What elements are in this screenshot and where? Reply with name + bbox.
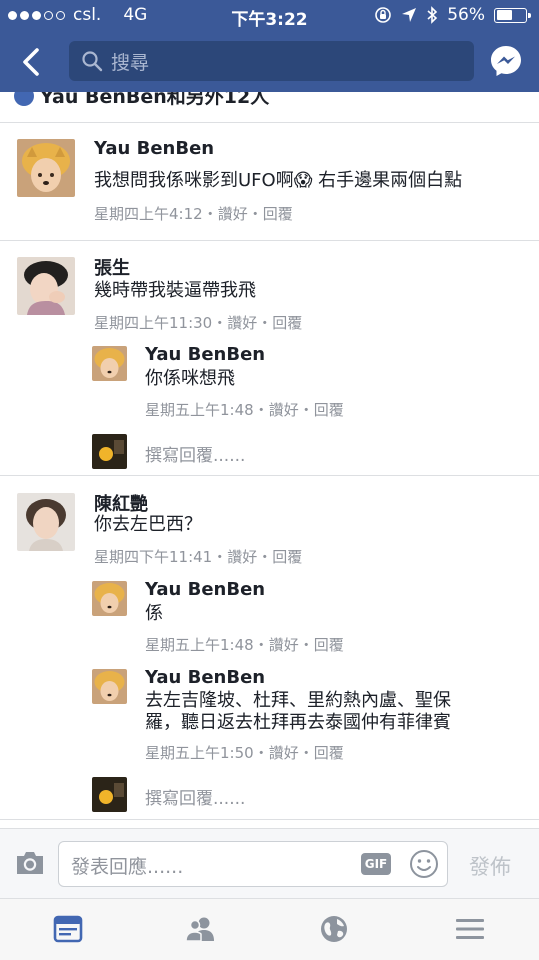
like-link[interactable]: 讚好 — [227, 314, 257, 332]
reply-meta: 星期五上午1:48・讚好・回覆 — [145, 399, 344, 420]
reply-author[interactable]: Yau BenBen — [145, 579, 265, 600]
comments-feed[interactable]: Yau BenBen和另外12人 Yau BenBen 我想問我係咪影到UFO啊… — [0, 92, 539, 828]
friends-icon[interactable] — [184, 913, 216, 945]
reply-author[interactable]: Yau BenBen — [145, 667, 265, 688]
search-input[interactable]: 搜尋 — [69, 41, 474, 81]
compose-bar: 發表回應...... GIF 發佈 — [0, 828, 539, 898]
likes-summary[interactable]: Yau BenBen和另外12人 — [14, 92, 269, 109]
comment-meta: 星期四上午11:30・讚好・回覆 — [94, 312, 302, 333]
meta-separator: ・ — [202, 205, 218, 223]
reply-author[interactable]: Yau BenBen — [145, 344, 265, 365]
battery-percent: 56% — [447, 5, 485, 25]
comment-author[interactable]: Yau BenBen — [94, 138, 214, 159]
meta-separator: ・ — [298, 401, 314, 419]
reply-link[interactable]: 回覆 — [314, 401, 344, 419]
menu-icon[interactable] — [454, 913, 486, 945]
meta-separator: ・ — [257, 548, 273, 566]
reply-timestamp: 星期五上午1:48 — [145, 636, 254, 654]
messenger-icon[interactable] — [489, 44, 523, 78]
like-link[interactable]: 讚好 — [227, 548, 257, 566]
avatar[interactable] — [17, 257, 75, 315]
top-bar: csl. 4G 下午3:22 56% 搜尋 — [0, 0, 539, 92]
search-icon — [82, 51, 103, 72]
meta-separator: ・ — [253, 744, 269, 762]
meta-separator: ・ — [298, 636, 314, 654]
sticker-smiley-icon[interactable] — [409, 849, 439, 879]
avatar[interactable] — [92, 581, 127, 616]
meta-separator: ・ — [257, 314, 273, 332]
comment-author[interactable]: 張生 — [94, 254, 130, 280]
reply-meta: 星期五上午1:50・讚好・回覆 — [145, 742, 344, 763]
back-arrow-icon[interactable] — [14, 44, 50, 80]
divider — [0, 819, 539, 820]
divider — [0, 122, 539, 123]
meta-separator: ・ — [212, 548, 228, 566]
rotation-lock-icon — [375, 7, 392, 23]
reply-link[interactable]: 回覆 — [314, 744, 344, 762]
status-right: 56% — [374, 5, 531, 25]
meta-separator: ・ — [253, 401, 269, 419]
comment-input[interactable]: 發表回應...... GIF — [58, 841, 448, 887]
like-link[interactable]: 讚好 — [269, 636, 299, 654]
gif-button[interactable]: GIF — [361, 853, 391, 875]
comment-text: 我想問我係咪影到UFO啊😱 右手邊果兩個白點 — [94, 170, 463, 191]
reply-link[interactable]: 回覆 — [272, 548, 302, 566]
navigation-bar: 搜尋 — [0, 34, 539, 88]
likes-summary-text: Yau BenBen和另外12人 — [40, 92, 270, 108]
search-placeholder: 搜尋 — [111, 51, 150, 74]
like-link[interactable]: 讚好 — [269, 744, 299, 762]
bottom-tab-bar — [0, 898, 539, 960]
post-button[interactable]: 發佈 — [469, 851, 511, 881]
avatar[interactable] — [17, 493, 75, 551]
comment-timestamp: 星期四上午4:12 — [94, 205, 203, 223]
reply-text: 係 — [145, 603, 163, 624]
avatar[interactable] — [92, 346, 127, 381]
battery-icon — [494, 7, 531, 23]
reply-timestamp: 星期五上午1:48 — [145, 401, 254, 419]
comment-author[interactable]: 陳紅艷 — [94, 490, 148, 516]
reply-link[interactable]: 回覆 — [314, 636, 344, 654]
like-thumb-icon — [14, 92, 34, 106]
divider — [0, 475, 539, 476]
camera-icon[interactable] — [14, 849, 46, 877]
comment-text: 幾時帶我裝逼帶我飛 — [94, 280, 256, 301]
reply-link[interactable]: 回覆 — [263, 205, 293, 223]
comment-timestamp: 星期四上午11:30 — [94, 314, 213, 332]
my-avatar — [92, 777, 127, 812]
reply-meta: 星期五上午1:48・讚好・回覆 — [145, 634, 344, 655]
comment-meta: 星期四上午4:12・讚好・回覆 — [94, 203, 293, 224]
write-reply-input[interactable]: 撰寫回覆...... — [145, 441, 245, 466]
status-bar: csl. 4G 下午3:22 56% — [0, 0, 539, 30]
avatar[interactable] — [17, 139, 75, 197]
like-link[interactable]: 讚好 — [218, 205, 248, 223]
like-link[interactable]: 讚好 — [269, 401, 299, 419]
news-feed-icon[interactable] — [52, 913, 84, 945]
globe-icon[interactable] — [318, 913, 350, 945]
comment-timestamp: 星期四下午11:41 — [94, 548, 213, 566]
reply-text-line: 去左吉隆坡、杜拜、里約熱內盧、聖保 — [145, 690, 451, 711]
comment-placeholder: 發表回應...... — [71, 856, 184, 878]
divider — [0, 240, 539, 241]
meta-separator: ・ — [253, 636, 269, 654]
reply-timestamp: 星期五上午1:50 — [145, 744, 254, 762]
my-avatar — [92, 434, 127, 469]
meta-separator: ・ — [247, 205, 263, 223]
meta-separator: ・ — [212, 314, 228, 332]
meta-separator: ・ — [298, 744, 314, 762]
reply-text: 你係咪想飛 — [145, 368, 235, 389]
bluetooth-icon — [427, 6, 438, 24]
avatar[interactable] — [92, 669, 127, 704]
comment-text: 你去左巴西？ — [94, 514, 202, 535]
comment-meta: 星期四下午11:41・讚好・回覆 — [94, 546, 302, 567]
reply-link[interactable]: 回覆 — [272, 314, 302, 332]
location-arrow-icon — [402, 8, 417, 22]
reply-text-line: 羅，聽日返去杜拜再去泰國仲有菲律賓 — [145, 712, 451, 733]
write-reply-input[interactable]: 撰寫回覆...... — [145, 784, 245, 809]
